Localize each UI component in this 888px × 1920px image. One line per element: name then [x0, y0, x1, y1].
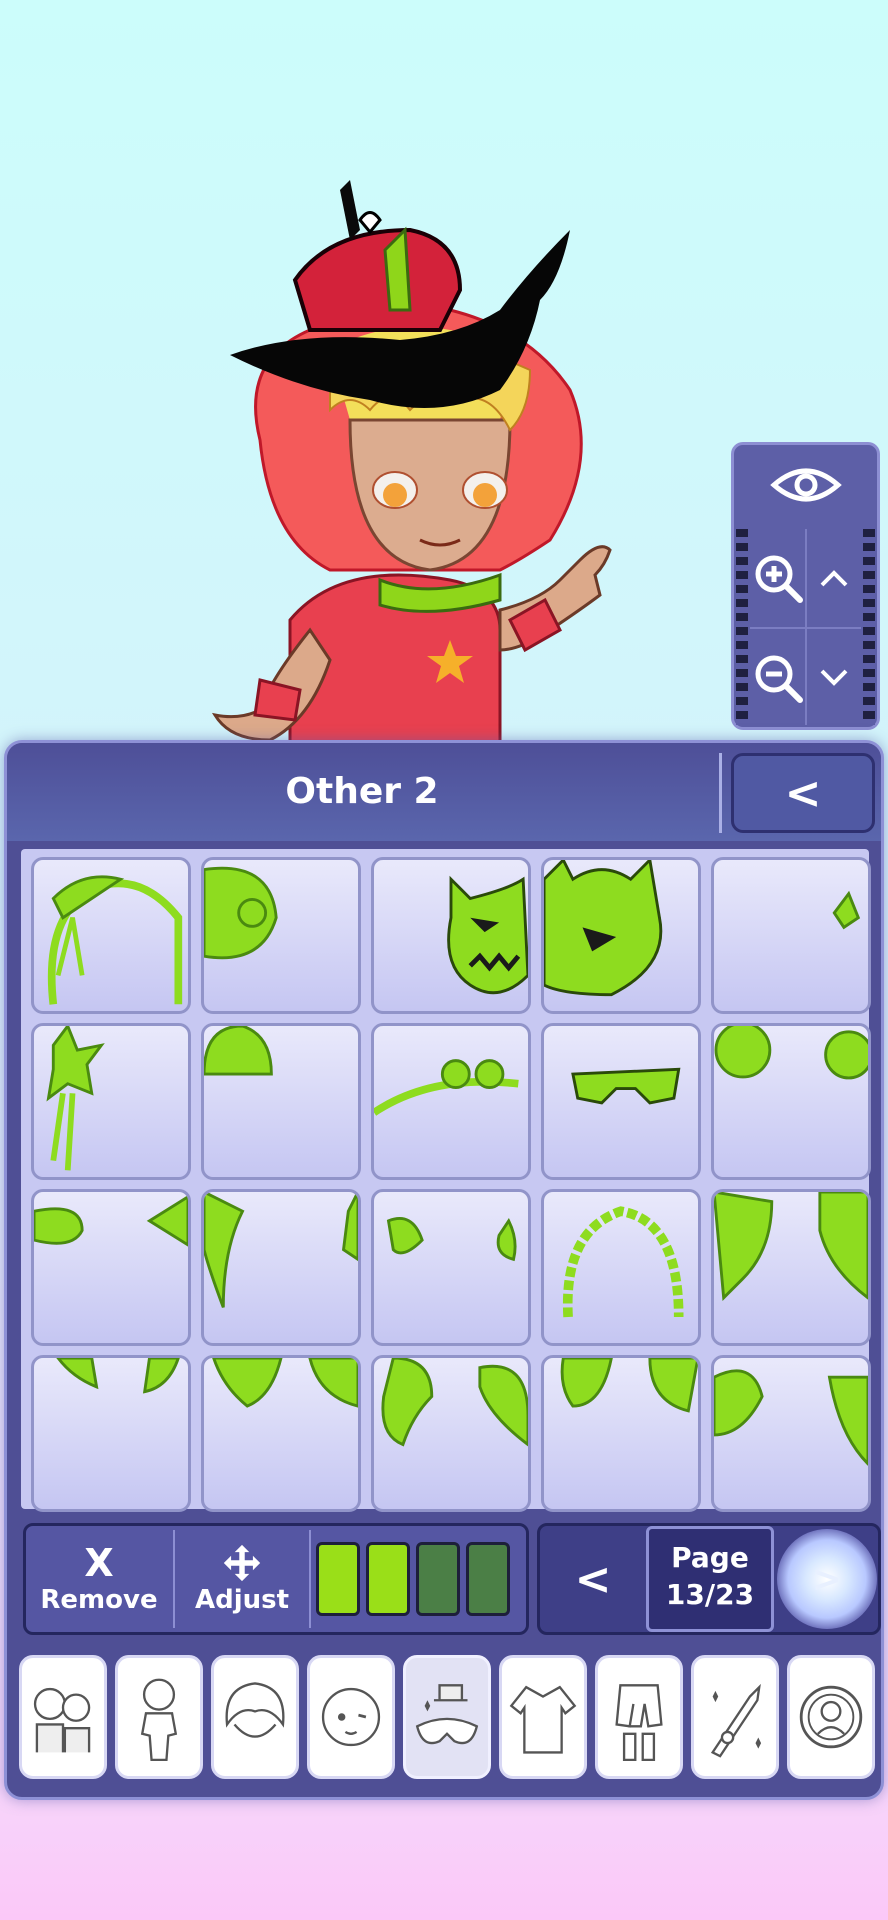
hair-icon — [225, 1682, 285, 1738]
film-strip-left — [736, 529, 748, 725]
move-down-button[interactable] — [806, 629, 861, 727]
item-leaf-bunches[interactable] — [711, 1189, 871, 1346]
item-leaf-pair[interactable] — [711, 1355, 871, 1512]
item-long-horns[interactable] — [371, 1355, 531, 1512]
item-leaf-tufts[interactable] — [31, 1355, 191, 1512]
item-knit-cap[interactable] — [201, 1023, 361, 1180]
visibility-toggle[interactable] — [734, 445, 877, 525]
item-small-sprout[interactable] — [711, 857, 871, 1014]
chevron-up-icon — [820, 570, 847, 587]
tab-accessories[interactable] — [403, 1655, 491, 1779]
item-leaf-clusters[interactable] — [201, 1355, 361, 1512]
tab-presets[interactable] — [19, 1655, 107, 1779]
item-star-hairpiece[interactable] — [31, 1023, 191, 1180]
item-bead-headband[interactable] — [541, 1189, 701, 1346]
weapon-icon — [710, 1683, 762, 1758]
zoom-in-icon — [755, 555, 803, 603]
item-fox-mask[interactable] — [541, 857, 701, 1014]
tab-hair[interactable] — [211, 1655, 299, 1779]
prev-page-button[interactable]: < — [540, 1526, 646, 1632]
back-button[interactable]: < — [731, 753, 875, 833]
page-indicator: Page 13/23 — [646, 1526, 774, 1632]
category-tabs — [15, 1649, 875, 1783]
view-control-pad — [731, 442, 880, 730]
zoom-in-button[interactable] — [750, 529, 805, 627]
remove-label: Remove — [40, 1585, 158, 1615]
move-arrows-icon — [223, 1544, 261, 1582]
accessories-icon — [415, 1684, 479, 1745]
color-swatch-4[interactable] — [466, 1542, 510, 1616]
page-word: Page — [671, 1541, 749, 1574]
presets-icon — [33, 1687, 91, 1753]
item-controls: X Remove Adjust — [23, 1523, 529, 1635]
item-visor-glasses[interactable] — [541, 1023, 701, 1180]
item-demon-mask[interactable] — [371, 857, 531, 1014]
accessory-panel: Other 2 < X Remove Adjust < Page 13/23 > — [4, 740, 884, 1800]
tab-profile[interactable] — [787, 1655, 875, 1779]
item-wing-fins[interactable] — [201, 1189, 361, 1346]
pagination: < Page 13/23 > — [537, 1523, 881, 1635]
tab-weapon[interactable] — [691, 1655, 779, 1779]
item-fluffy-tufts[interactable] — [541, 1355, 701, 1512]
item-ball-mask[interactable] — [201, 857, 361, 1014]
tab-body[interactable] — [115, 1655, 203, 1779]
next-page-button[interactable]: > — [776, 1526, 878, 1632]
adjust-button[interactable]: Adjust — [176, 1526, 308, 1632]
color-swatch-1[interactable] — [316, 1542, 360, 1616]
bottom-icon — [615, 1684, 663, 1762]
color-swatch-3[interactable] — [416, 1542, 460, 1616]
item-horn-left-curl[interactable] — [31, 1189, 191, 1346]
top-icon — [509, 1685, 577, 1754]
panel-header: Other 2 < — [7, 743, 881, 841]
move-up-button[interactable] — [806, 529, 861, 627]
body-icon — [140, 1678, 178, 1762]
adjust-label: Adjust — [194, 1585, 290, 1615]
zoom-out-icon — [755, 655, 803, 703]
item-puff-clips[interactable] — [711, 1023, 871, 1180]
item-goggles-headband[interactable] — [371, 1023, 531, 1180]
color-swatch-2[interactable] — [366, 1542, 410, 1616]
item-headband-bows[interactable] — [31, 857, 191, 1014]
tab-top[interactable] — [499, 1655, 587, 1779]
next-page-label: > — [777, 1529, 877, 1629]
zoom-out-button[interactable] — [750, 629, 805, 727]
tab-bottom[interactable] — [595, 1655, 683, 1779]
film-strip-right — [863, 529, 875, 725]
panel-title: Other 2 — [285, 771, 439, 812]
tab-face[interactable] — [307, 1655, 395, 1779]
character-preview[interactable] — [200, 160, 640, 760]
remove-button[interactable]: X Remove — [26, 1526, 172, 1632]
remove-icon: X — [84, 1541, 114, 1585]
face-icon — [321, 1687, 381, 1747]
chevron-down-icon — [820, 669, 847, 686]
item-grid — [21, 849, 871, 1512]
item-small-wings[interactable] — [371, 1189, 531, 1346]
page-number: 13/23 — [665, 1578, 755, 1611]
eye-icon — [769, 468, 842, 502]
profile-icon — [799, 1685, 863, 1749]
